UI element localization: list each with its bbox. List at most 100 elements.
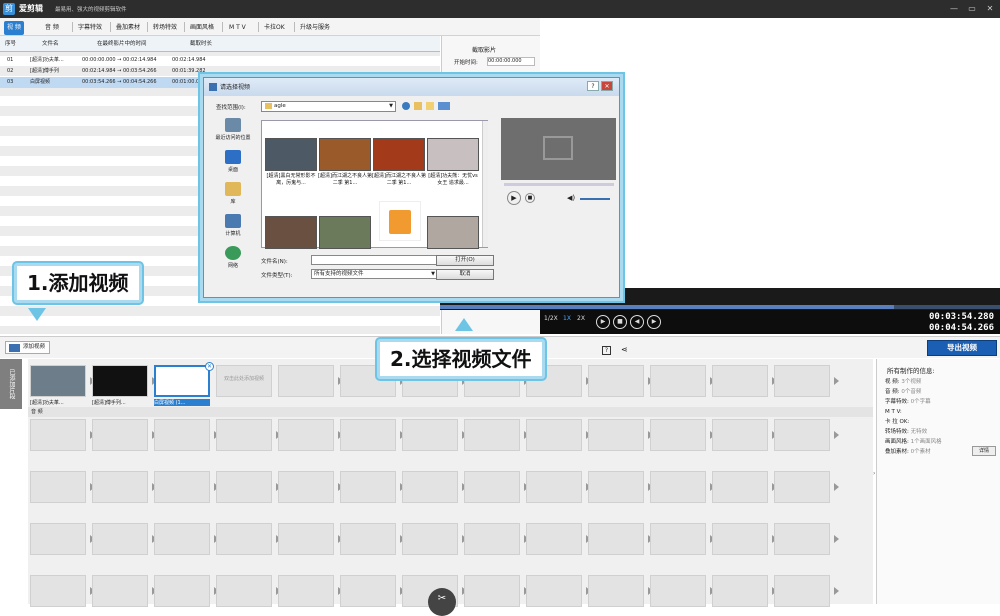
tab-subtitle-effects[interactable]: 字幕特效 [75, 21, 105, 35]
empty-clip-slot[interactable] [154, 523, 210, 555]
empty-clip-slot[interactable] [588, 575, 644, 607]
empty-clip-slot[interactable] [278, 419, 334, 451]
scissors-icon[interactable]: ✂ [428, 588, 456, 616]
table-row[interactable]: 01 [超清]功夫革... 00:00:00.000 → 00:02:14.98… [0, 55, 440, 66]
empty-clip-slot[interactable] [650, 365, 706, 397]
volume-slider[interactable] [580, 198, 610, 200]
empty-clip-slot[interactable] [216, 419, 272, 451]
file-thumbnail[interactable] [319, 138, 371, 171]
file-list-scrollbar[interactable] [482, 121, 488, 247]
file-thumbnail[interactable] [265, 216, 317, 249]
close-icon[interactable]: ✕ [984, 3, 996, 15]
view-menu-icon[interactable] [438, 102, 450, 110]
filetype-select[interactable]: 所有支持的视频文件 ▼ [311, 269, 438, 279]
preview-progress[interactable] [504, 183, 614, 186]
tab-audio[interactable]: 音 频 [42, 21, 62, 35]
empty-clip-slot[interactable] [588, 365, 644, 397]
empty-clip-slot[interactable] [402, 471, 458, 503]
empty-clip-slot[interactable] [774, 575, 830, 607]
added-clips-tab[interactable]: 已添加片段 [0, 359, 22, 409]
place-computer[interactable]: 计算机 [208, 214, 258, 237]
speed-1x-button[interactable]: 1X [563, 314, 571, 323]
empty-clip-slot[interactable] [216, 575, 272, 607]
open-button[interactable]: 打开(O) [436, 255, 494, 266]
empty-clip-slot[interactable] [402, 419, 458, 451]
empty-clip-slot[interactable] [526, 523, 582, 555]
back-icon[interactable] [402, 102, 410, 110]
help-icon[interactable]: ? [602, 346, 611, 355]
table-row[interactable]: 02 [超清]傅手列 00:02:14.984 → 00:03:54.266 0… [0, 66, 440, 77]
progress-bar[interactable] [440, 305, 1000, 309]
empty-clip-slot[interactable]: 双击此处添加视频 [216, 365, 272, 397]
empty-clip-slot[interactable] [712, 419, 768, 451]
tab-overlay[interactable]: 叠加素材 [113, 21, 143, 35]
file-name[interactable]: [超清]而江湖之不良人第二季 第1... [372, 173, 426, 187]
empty-clip-slot[interactable] [588, 523, 644, 555]
start-time-input[interactable]: 00:00:00.000 [487, 57, 535, 66]
empty-clip-slot[interactable] [712, 471, 768, 503]
empty-clip-slot[interactable] [30, 419, 86, 451]
tab-upgrade[interactable]: 升级与服务 [297, 21, 333, 35]
filename-input[interactable] [311, 255, 438, 265]
preview-play-icon[interactable]: ▶ [507, 191, 521, 205]
file-thumbnail[interactable] [373, 138, 425, 171]
empty-clip-slot[interactable] [774, 365, 830, 397]
empty-clip-slot[interactable] [774, 471, 830, 503]
empty-clip-slot[interactable] [774, 419, 830, 451]
empty-clip-slot[interactable] [526, 419, 582, 451]
empty-clip-slot[interactable] [30, 523, 86, 555]
place-network[interactable]: 网络 [208, 246, 258, 269]
file-thumbnail[interactable] [265, 138, 317, 171]
empty-clip-slot[interactable] [650, 419, 706, 451]
clip-thumbnail[interactable] [30, 365, 86, 397]
minimize-icon[interactable]: — [948, 3, 960, 15]
file-thumbnail[interactable] [427, 138, 479, 171]
empty-clip-slot[interactable] [30, 471, 86, 503]
video-file-icon[interactable] [379, 201, 421, 241]
empty-clip-slot[interactable] [278, 365, 334, 397]
empty-clip-slot[interactable] [154, 419, 210, 451]
share-icon[interactable]: ⋖ [621, 345, 628, 354]
tab-style[interactable]: 画面风格 [187, 21, 217, 35]
empty-clip-slot[interactable] [588, 471, 644, 503]
empty-clip-slot[interactable] [154, 575, 210, 607]
empty-clip-slot[interactable] [588, 419, 644, 451]
tab-video[interactable]: 视 频 [4, 21, 24, 35]
clip-thumbnail-selected[interactable] [154, 365, 210, 397]
place-recent[interactable]: 最近访问的位置 [208, 118, 258, 141]
preview-stop-icon[interactable]: ■ [525, 193, 535, 203]
empty-clip-slot[interactable] [340, 523, 396, 555]
new-folder-icon[interactable] [426, 102, 434, 110]
place-desktop[interactable]: 桌面 [208, 150, 258, 173]
clip-thumbnail[interactable] [92, 365, 148, 397]
next-frame-icon[interactable]: ▶ [647, 315, 661, 329]
empty-clip-slot[interactable] [92, 575, 148, 607]
tab-transitions[interactable]: 转场特效 [150, 21, 180, 35]
file-thumbnail[interactable] [319, 216, 371, 249]
cancel-button[interactable]: 取消 [436, 269, 494, 280]
file-thumbnail[interactable] [427, 216, 479, 249]
lookin-select[interactable]: agle ▼ [261, 101, 396, 112]
empty-clip-slot[interactable] [92, 471, 148, 503]
export-video-button[interactable]: 导出视频 [927, 340, 997, 356]
empty-clip-slot[interactable] [650, 471, 706, 503]
empty-clip-slot[interactable] [650, 575, 706, 607]
empty-clip-slot[interactable] [154, 471, 210, 503]
empty-clip-slot[interactable] [650, 523, 706, 555]
stop-icon[interactable]: ■ [613, 315, 627, 329]
tab-mtv[interactable]: M T V [226, 21, 249, 35]
maximize-icon[interactable]: ▭ [966, 3, 978, 15]
empty-clip-slot[interactable] [712, 523, 768, 555]
details-button[interactable]: 详情 [972, 446, 996, 456]
empty-clip-slot[interactable] [464, 575, 520, 607]
empty-clip-slot[interactable] [464, 471, 520, 503]
empty-clip-slot[interactable] [774, 523, 830, 555]
empty-clip-slot[interactable] [340, 471, 396, 503]
empty-clip-slot[interactable] [92, 523, 148, 555]
place-library[interactable]: 库 [208, 182, 258, 205]
dialog-help-icon[interactable]: ? [587, 81, 599, 91]
empty-clip-slot[interactable] [278, 523, 334, 555]
file-name[interactable]: [超清]黑白无常形影不离，厉鬼与... [264, 173, 318, 187]
empty-clip-slot[interactable] [278, 471, 334, 503]
speed-2x-button[interactable]: 2X [577, 314, 585, 323]
